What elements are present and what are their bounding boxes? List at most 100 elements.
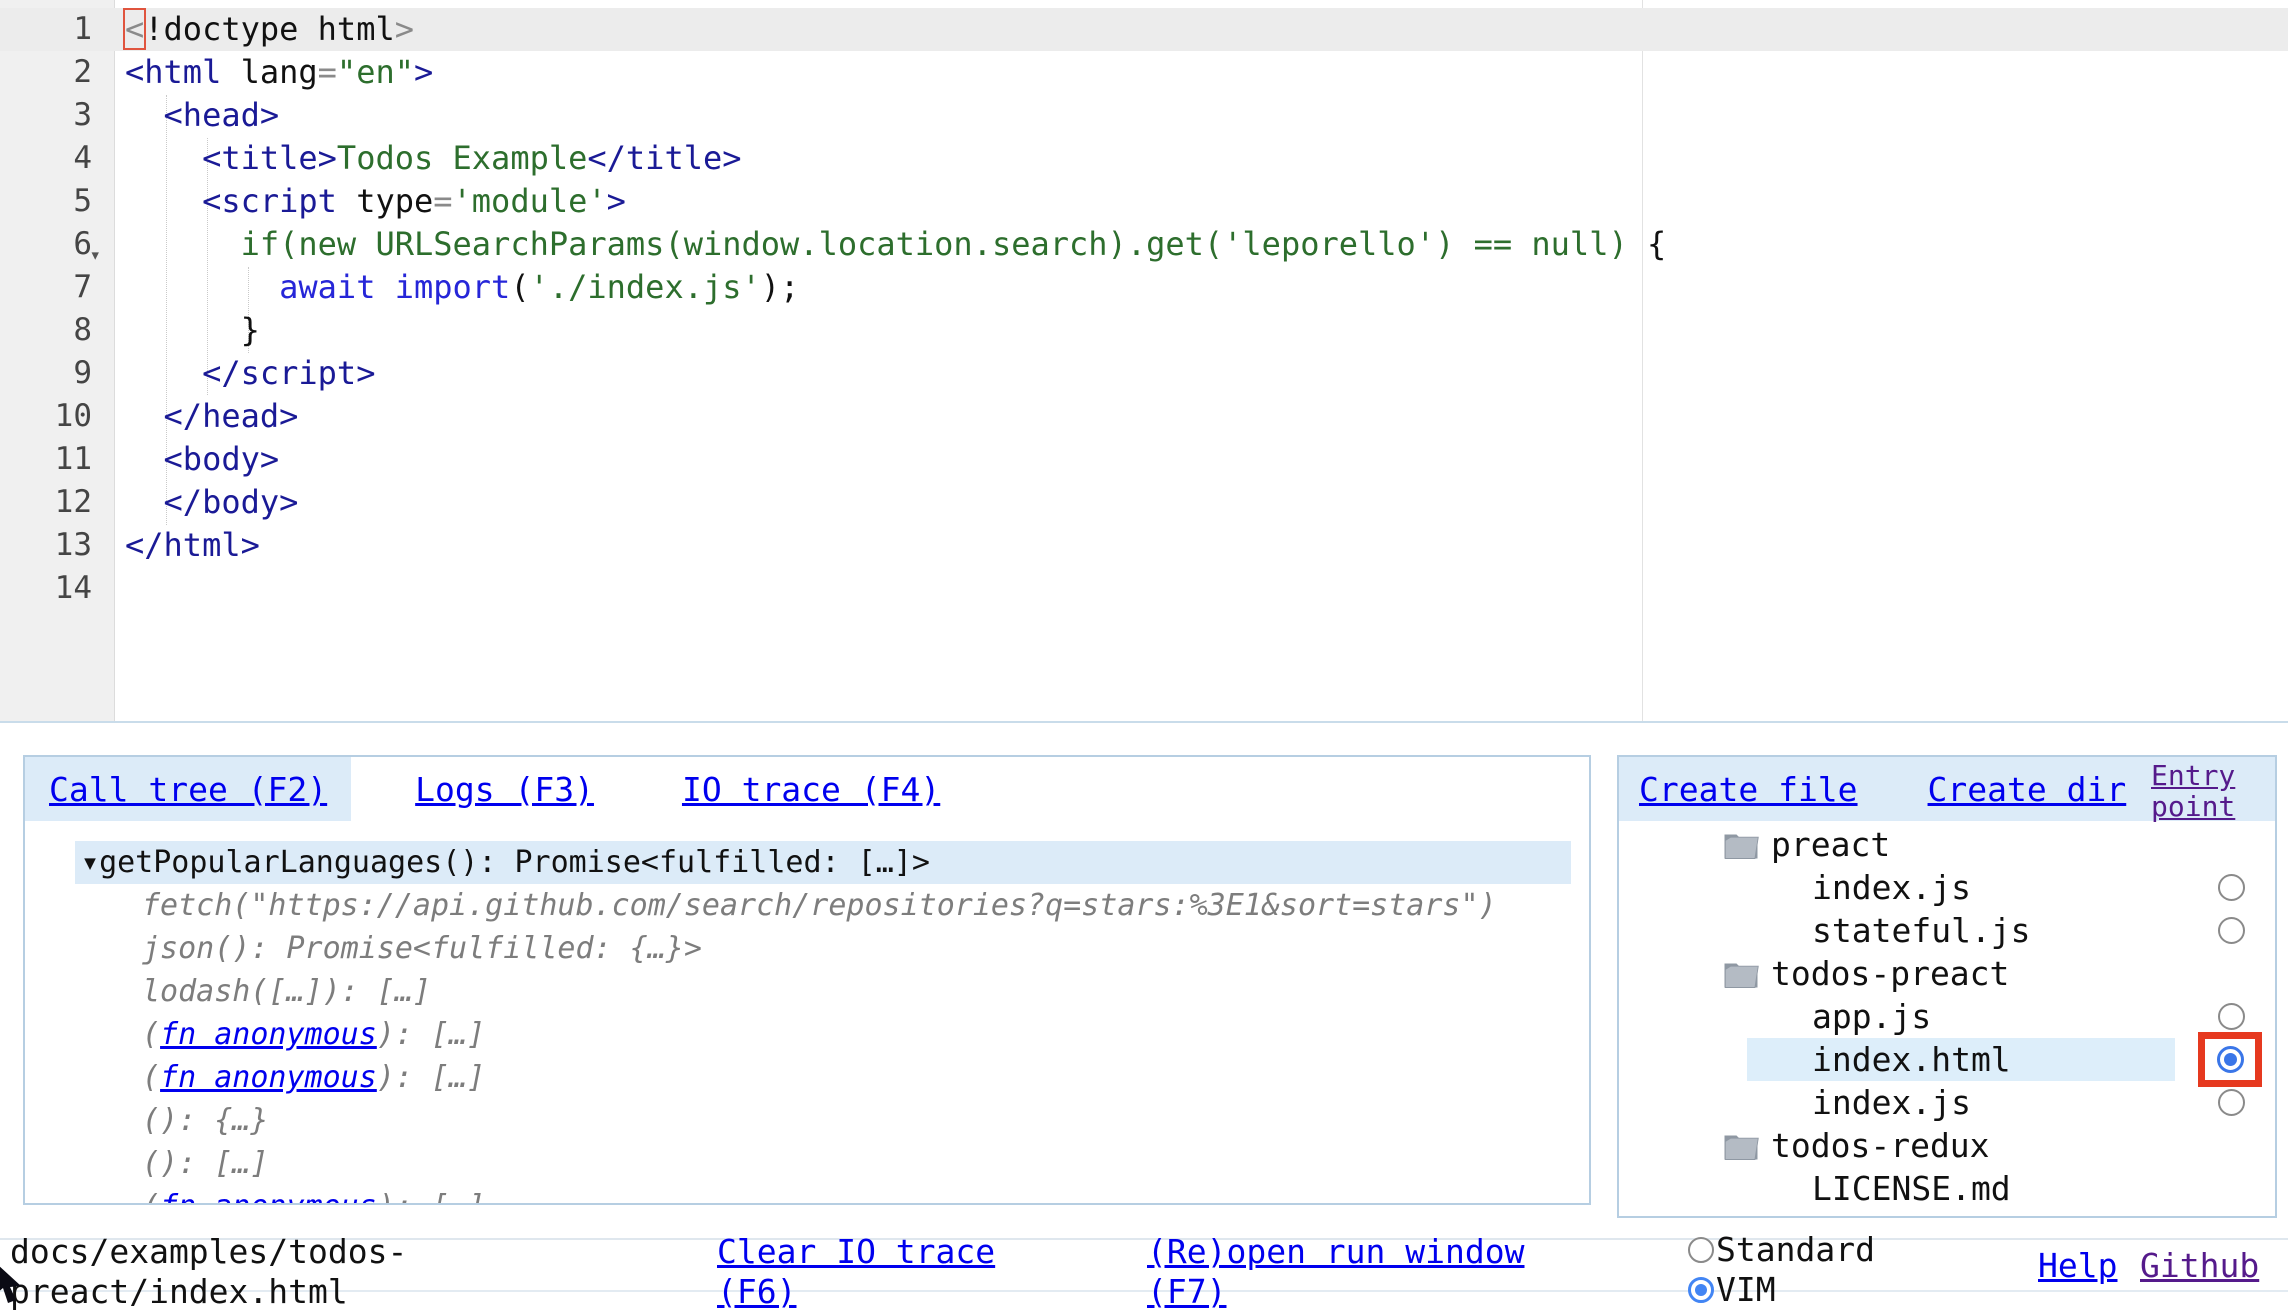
line-number: 6▾	[0, 223, 115, 266]
code-line[interactable]: 8 }	[0, 309, 2288, 352]
folder-icon	[1723, 1131, 1759, 1161]
code-text: </head>	[115, 395, 298, 438]
code-token: >	[607, 182, 626, 220]
dir-row[interactable]: preact	[1619, 823, 2275, 866]
code-token	[125, 440, 164, 478]
keybinding-radio[interactable]	[1688, 1277, 1714, 1303]
code-token: =	[433, 182, 452, 220]
code-line[interactable]: 1<!doctype html>	[0, 8, 2288, 51]
file-row[interactable]: index.js	[1619, 1081, 2275, 1124]
code-line[interactable]: 10 </head>	[0, 395, 2288, 438]
entry-point-header[interactable]: Entry point	[2151, 760, 2263, 822]
call-tree-row[interactable]: (): […]	[25, 1142, 1589, 1185]
reopen-run-window-button[interactable]: (Re)open run window (F7)	[1147, 1232, 1537, 1312]
code-text: }	[115, 309, 260, 352]
call-tree-row[interactable]: json(): Promise<fulfilled: {…}>	[25, 927, 1589, 970]
entry-point-radio[interactable]	[2218, 1003, 2245, 1030]
code-token: {	[1628, 225, 1667, 263]
code-lines: 1<!doctype html>2<html lang="en">3 <head…	[0, 8, 2288, 610]
file-name: app.js	[1812, 997, 1931, 1036]
code-text: if(new URLSearchParams(window.location.s…	[115, 223, 1666, 266]
code-line[interactable]: 3 <head>	[0, 94, 2288, 137]
file-row[interactable]: index.html	[1619, 1038, 2275, 1081]
call-tree-row[interactable]: (fn anonymous): […]	[25, 1013, 1589, 1056]
anonymous-fn-link[interactable]: fn anonymous	[160, 1060, 377, 1095]
github-link[interactable]: Github	[2140, 1246, 2259, 1286]
code-line[interactable]: 2<html lang="en">	[0, 51, 2288, 94]
line-number: 1	[0, 8, 115, 51]
code-token: <head>	[164, 96, 280, 134]
code-text: <!doctype html>	[115, 8, 414, 51]
anonymous-fn-link[interactable]: fn anonymous	[160, 1189, 377, 1205]
code-line[interactable]: 4 <title>Todos Example</title>	[0, 137, 2288, 180]
entry-point-radio[interactable]	[2218, 917, 2245, 944]
code-token: >	[414, 53, 433, 91]
code-text: <title>Todos Example</title>	[115, 137, 742, 180]
file-row[interactable]: app.js	[1619, 995, 2275, 1038]
call-label: (	[142, 1017, 160, 1052]
line-number: 2	[0, 51, 115, 94]
code-line[interactable]: 5 <script type='module'>	[0, 180, 2288, 223]
code-token: </body>	[164, 483, 299, 521]
file-name: index.js	[1812, 1083, 1971, 1122]
call-label: ): […]	[377, 1189, 485, 1205]
folder-icon	[1723, 830, 1759, 860]
dir-row[interactable]: todos-preact	[1619, 952, 2275, 995]
entry-point-radio[interactable]	[2218, 874, 2245, 901]
call-tree-row[interactable]: lodash([…]): […]	[25, 970, 1589, 1013]
tab-logs[interactable]: Logs (F3)	[391, 757, 618, 821]
tab-call-tree[interactable]: Call tree (F2)	[25, 757, 351, 821]
create-dir-button[interactable]: Create dir	[1928, 770, 2127, 809]
call-tree-row[interactable]: (fn anonymous): […]	[25, 1185, 1589, 1205]
dir-row[interactable]: todos-redux	[1619, 1124, 2275, 1167]
code-line[interactable]: 7 await import('./index.js');	[0, 266, 2288, 309]
mouse-cursor	[0, 1264, 25, 1304]
keybinding-label: VIM	[1716, 1270, 1776, 1309]
code-token: './index.js'	[530, 268, 761, 306]
line-number: 8	[0, 309, 115, 352]
dir-name: preact	[1771, 825, 1890, 864]
keybindings-radio-group: Standard VIM	[1688, 1230, 1958, 1310]
code-editor[interactable]: 1<!doctype html>2<html lang="en">3 <head…	[0, 0, 2288, 723]
code-token: </head>	[164, 397, 299, 435]
help-link[interactable]: Help	[2038, 1246, 2117, 1286]
code-text: <script type='module'>	[115, 180, 626, 223]
code-line[interactable]: 13</html>	[0, 524, 2288, 567]
code-line[interactable]: 12 </body>	[0, 481, 2288, 524]
call-tree-row[interactable]: fetch("https://api.github.com/search/rep…	[25, 884, 1589, 927]
call-tree-row[interactable]: (fn anonymous): […]	[25, 1056, 1589, 1099]
entry-point-radio[interactable]	[2217, 1046, 2244, 1073]
keybinding-radio[interactable]	[1688, 1237, 1714, 1263]
collapse-arrow-icon[interactable]: ▾	[81, 845, 99, 880]
call-label: ): […]	[377, 1060, 485, 1095]
folder-icon	[1723, 959, 1759, 989]
tab-io-trace[interactable]: IO trace (F4)	[658, 757, 964, 821]
code-token	[375, 268, 394, 306]
file-browser-header: Create file Create dir Entry point	[1619, 757, 2275, 821]
file-row[interactable]: stateful.js	[1619, 909, 2275, 952]
anonymous-fn-link[interactable]: fn anonymous	[160, 1017, 377, 1052]
code-text: </body>	[115, 481, 298, 524]
call-tree-row[interactable]: ▾getPopularLanguages(): Promise<fulfille…	[75, 841, 1571, 884]
tab-io-trace-label: IO trace (F4)	[682, 770, 940, 809]
clear-io-trace-button[interactable]: Clear IO trace (F6)	[717, 1232, 1017, 1312]
entry-point-radio[interactable]	[2218, 1089, 2245, 1116]
code-token: lang	[221, 53, 317, 91]
code-line[interactable]: 14	[0, 567, 2288, 610]
line-number: 4	[0, 137, 115, 180]
create-file-button[interactable]: Create file	[1639, 770, 1858, 809]
file-row[interactable]: index.js	[1619, 866, 2275, 909]
call-label: lodash([…]): […]	[142, 974, 431, 1009]
call-label: (): {…}	[142, 1103, 268, 1138]
call-tree-row[interactable]: (): {…}	[25, 1099, 1589, 1142]
code-line[interactable]: 9 </script>	[0, 352, 2288, 395]
code-text: <html lang="en">	[115, 51, 433, 94]
radio-dot	[2224, 1053, 2237, 1066]
line-number: 11	[0, 438, 115, 481]
keybinding-option: VIM	[1688, 1270, 1776, 1309]
code-line[interactable]: 6▾ if(new URLSearchParams(window.locatio…	[0, 223, 2288, 266]
code-line[interactable]: 11 <body>	[0, 438, 2288, 481]
code-token: );	[761, 268, 800, 306]
file-row[interactable]: LICENSE.md	[1619, 1167, 2275, 1210]
line-number: 9	[0, 352, 115, 395]
